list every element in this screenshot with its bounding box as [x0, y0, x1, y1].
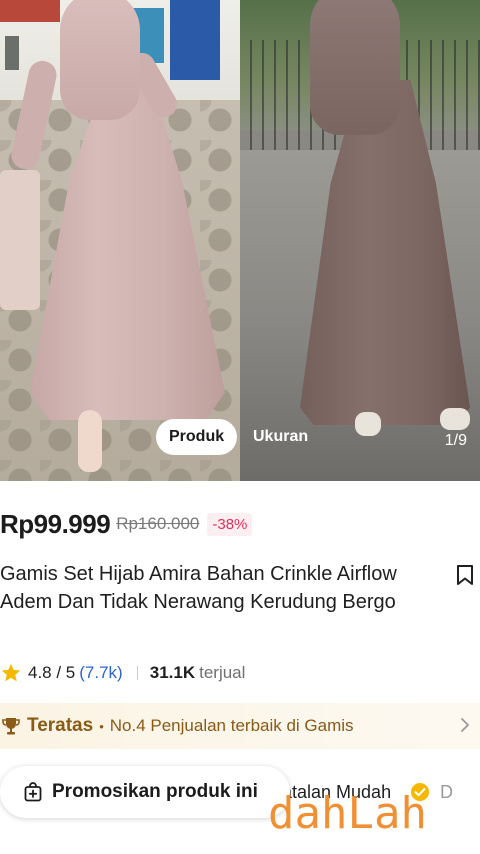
divider [136, 666, 138, 680]
bag-plus-icon [24, 782, 42, 802]
ranking-title: Teratas [27, 715, 94, 736]
chevron-right-icon [461, 718, 469, 732]
product-photo-2[interactable] [240, 0, 480, 481]
star-icon [1, 663, 21, 682]
product-photo-1[interactable] [0, 0, 240, 481]
tab-produk[interactable]: Produk [156, 419, 238, 455]
separator-dot: • [99, 718, 104, 734]
model-figure [0, 0, 240, 481]
watermark-text: dahLah [268, 788, 427, 839]
ranking-banner[interactable]: Teratas • No.4 Penjualan terbaik di Gami… [0, 703, 480, 749]
promote-product-button[interactable]: Promosikan produk ini [0, 766, 290, 818]
review-count-link[interactable]: (7.7k) [79, 663, 122, 683]
tab-ukuran[interactable]: Ukuran [240, 419, 321, 455]
current-price: Rp99.999 [0, 508, 111, 539]
model-figure [240, 0, 480, 481]
promote-label: Promosikan produk ini [52, 781, 258, 802]
original-price: Rp160.000 [116, 514, 200, 533]
discount-badge: -38% [207, 512, 253, 536]
store-more-text: D [440, 782, 453, 802]
rating-score: 4.8 / 5 [28, 663, 76, 682]
product-image-gallery[interactable]: Produk Ukuran 1/9 [0, 0, 480, 481]
ranking-text: No.4 Penjualan terbaik di Gamis [109, 716, 354, 735]
image-counter: 1/9 [444, 432, 467, 449]
sold-count: 31.1K [149, 663, 196, 682]
rating-row[interactable]: 4.8 / 5 (7.7k) 31.1K terjual [0, 659, 245, 687]
product-title: Gamis Set Hijab Amira Bahan Crinkle Airf… [0, 563, 397, 613]
price-row: Rp99.999 Rp160.000 -38% [0, 508, 253, 540]
trophy-icon [2, 718, 20, 735]
bookmark-icon[interactable] [455, 564, 475, 586]
sold-label: terjual [199, 663, 246, 682]
